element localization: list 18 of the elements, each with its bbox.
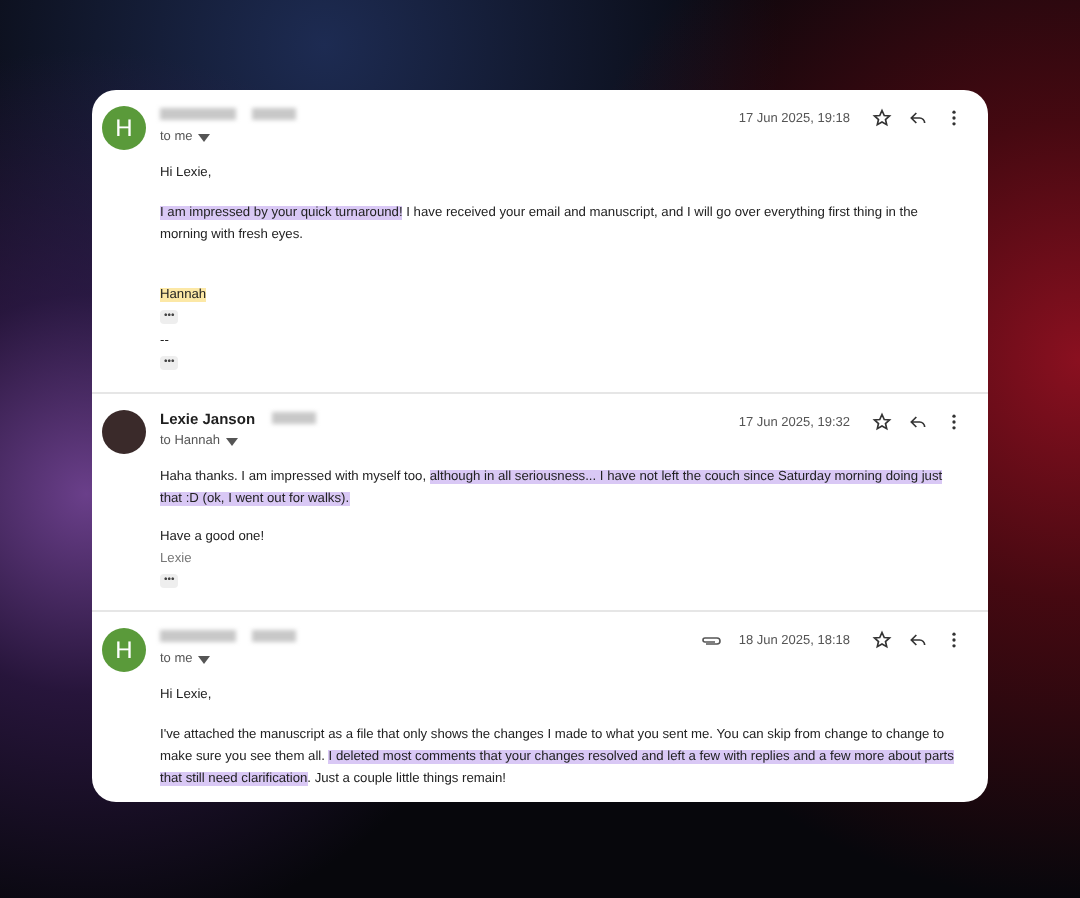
redacted-text bbox=[271, 412, 316, 424]
avatar: H bbox=[102, 106, 146, 150]
star-icon[interactable] bbox=[872, 630, 892, 650]
redacted-text bbox=[252, 108, 296, 120]
reply-icon[interactable] bbox=[908, 108, 928, 128]
caret-icon[interactable] bbox=[198, 133, 211, 141]
caret-icon[interactable] bbox=[198, 655, 211, 663]
reply-icon[interactable] bbox=[908, 412, 928, 432]
star-icon[interactable] bbox=[872, 412, 892, 432]
avatar: H bbox=[102, 628, 146, 672]
avatar-photo bbox=[102, 410, 146, 454]
redacted-text bbox=[160, 630, 236, 642]
reply-icon[interactable] bbox=[908, 630, 928, 650]
paperclip-icon bbox=[700, 633, 723, 647]
star-icon[interactable] bbox=[872, 108, 892, 128]
redacted-text bbox=[252, 630, 296, 642]
caret-icon[interactable] bbox=[226, 437, 238, 445]
redacted-text bbox=[160, 108, 236, 120]
